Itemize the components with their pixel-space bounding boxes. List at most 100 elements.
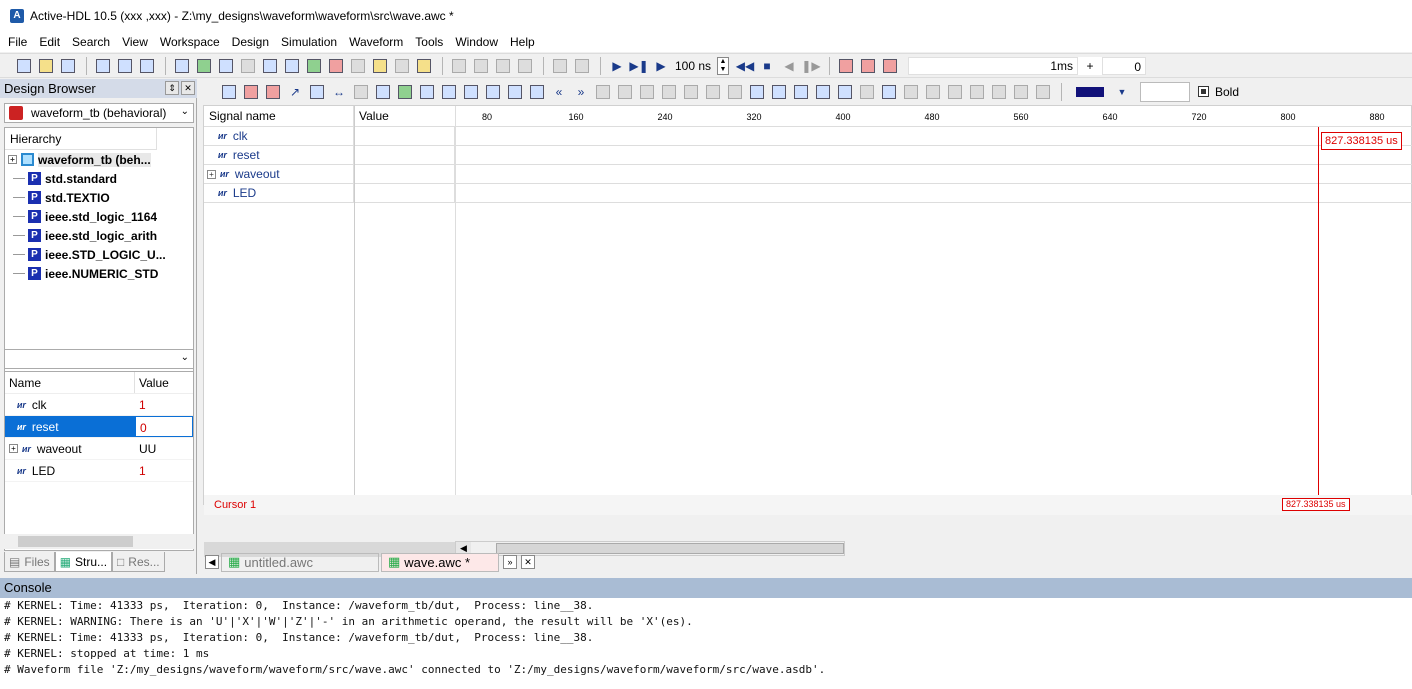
trace-into-icon[interactable] [858, 56, 878, 76]
library-icon[interactable] [172, 56, 192, 76]
hierarchy-item[interactable]: P ieee.STD_LOGIC_U... [5, 245, 193, 264]
chevron-down-icon[interactable]: ⌄ [181, 106, 189, 117]
expand-icon[interactable]: + [9, 444, 18, 453]
zoom-in-icon[interactable] [439, 82, 459, 102]
hierarchy-item[interactable]: P std.TEXTIO [5, 188, 193, 207]
signal-value[interactable]: 0 [135, 416, 193, 437]
formula-icon[interactable] [879, 82, 899, 102]
virtual-bus-icon[interactable] [395, 82, 415, 102]
font-size-field[interactable] [1140, 81, 1190, 102]
hint-bulb-icon[interactable] [370, 56, 390, 76]
horizontal-scrollbar[interactable] [4, 534, 194, 549]
column-divider[interactable] [354, 106, 355, 495]
signal-row[interactable]: ᴎr LED [204, 183, 1412, 203]
code-debug-icon[interactable] [260, 56, 280, 76]
end-time-field[interactable]: 1ms [908, 56, 1078, 75]
stop-icon[interactable]: ■ [757, 56, 777, 76]
zoom-out-icon[interactable] [461, 82, 481, 102]
previous-icon[interactable]: « [549, 82, 569, 102]
expand-icon[interactable]: + [8, 155, 17, 164]
zoom-range-icon[interactable] [505, 82, 525, 102]
run-time-field[interactable]: 100 ns [673, 57, 717, 75]
print-icon[interactable] [1033, 82, 1053, 102]
plus-button[interactable]: + [1078, 56, 1102, 75]
tab-scroll-right-icon[interactable]: » [503, 555, 517, 569]
signal-row[interactable]: ᴎr reset [204, 145, 1412, 165]
library-manager-icon[interactable] [326, 56, 346, 76]
pointer-icon[interactable]: ↗ [285, 82, 305, 102]
document-icon[interactable] [392, 56, 412, 76]
expand-icon[interactable]: + [207, 169, 216, 179]
find-next-icon[interactable] [615, 82, 635, 102]
trace-over-icon[interactable] [836, 56, 856, 76]
chevron-down-icon[interactable]: ⌄ [181, 352, 189, 363]
signal-row[interactable]: + ᴎr waveout [204, 164, 1412, 184]
design-select[interactable]: waveform_tb (behavioral) ⌄ [4, 103, 194, 123]
object-filter-select[interactable]: ⌄ [4, 349, 194, 369]
hierarchy-item[interactable]: + waveform_tb (beh... [5, 150, 193, 169]
table-row[interactable]: ᴎr clk 1 [5, 394, 193, 416]
run-for-icon[interactable]: ▶ [651, 56, 671, 76]
tab-wave-awc[interactable]: ▦ wave.awc * [381, 552, 499, 572]
zoom-icon[interactable] [307, 82, 327, 102]
tab-scroll-left-icon[interactable]: ◀ [205, 555, 219, 569]
bus-icon[interactable] [373, 82, 393, 102]
compare-icon[interactable] [747, 82, 767, 102]
time-ruler[interactable]: 80 160 240 320 400 480 560 640 720 800 8… [455, 106, 1412, 127]
tab-resources[interactable]: □ Res... [112, 552, 165, 572]
zoom-fit-icon[interactable] [483, 82, 503, 102]
hierarchy-item[interactable]: P std.standard [5, 169, 193, 188]
decimal-icon[interactable] [769, 82, 789, 102]
tab-files[interactable]: ▤ Files [4, 552, 55, 572]
menu-search[interactable]: Search [66, 32, 116, 52]
search-objects-icon[interactable] [304, 56, 324, 76]
signal-row[interactable]: ᴎr clk [204, 126, 1412, 146]
counter-field[interactable]: 0 [1102, 56, 1146, 75]
grid-icon[interactable] [137, 56, 157, 76]
color-picker[interactable] [1076, 86, 1104, 97]
column-divider[interactable] [455, 106, 456, 495]
open-folder-icon[interactable] [36, 56, 56, 76]
zoom-cursor-icon[interactable] [527, 82, 547, 102]
bold-checkbox[interactable] [1198, 86, 1209, 97]
hierarchy-item[interactable]: P ieee.NUMERIC_STD [5, 264, 193, 283]
table-row[interactable]: + ᴎr waveout UU [5, 438, 193, 460]
table-row[interactable]: ᴎr LED 1 [5, 460, 193, 482]
close-icon[interactable]: ✕ [181, 81, 195, 95]
options-icon[interactable] [989, 82, 1009, 102]
analog-icon[interactable] [835, 82, 855, 102]
trace-out-icon[interactable] [880, 56, 900, 76]
rename-icon[interactable] [351, 82, 371, 102]
menu-tools[interactable]: Tools [409, 32, 449, 52]
hex-icon[interactable] [813, 82, 833, 102]
scrollbar-thumb[interactable] [18, 536, 133, 547]
measure-icon[interactable]: ↔ [329, 82, 349, 102]
print-preview-icon[interactable] [1011, 82, 1031, 102]
bookmark-icon[interactable] [637, 82, 657, 102]
menu-window[interactable]: Window [449, 32, 504, 52]
chip-icon[interactable] [414, 56, 434, 76]
waveform-icon[interactable] [194, 56, 214, 76]
restart-sim-icon[interactable] [515, 56, 535, 76]
compile-all-icon[interactable] [115, 56, 135, 76]
table-row[interactable]: ᴎr reset 0 [5, 416, 193, 438]
hierarchy-icon[interactable] [282, 56, 302, 76]
restart-icon[interactable] [493, 56, 513, 76]
menu-waveform[interactable]: Waveform [343, 32, 409, 52]
menu-workspace[interactable]: Workspace [154, 32, 226, 52]
run-icon[interactable]: ▶ [607, 56, 627, 76]
block-diagram-icon[interactable] [348, 56, 368, 76]
menu-help[interactable]: Help [504, 32, 541, 52]
chevron-down-icon[interactable]: ▼ [1112, 82, 1132, 102]
new-workspace-icon[interactable] [14, 56, 34, 76]
panel-pin-icon[interactable]: ⇕ [165, 81, 179, 95]
hierarchy-item[interactable]: P ieee.std_logic_1164 [5, 207, 193, 226]
tab-untitled-awc[interactable]: ▦ untitled.awc [221, 552, 379, 572]
hierarchy-item[interactable]: P ieee.std_logic_arith [5, 226, 193, 245]
select-window-icon[interactable] [216, 56, 236, 76]
stopwatch-icon[interactable] [241, 82, 261, 102]
save-icon[interactable] [58, 56, 78, 76]
menu-view[interactable]: View [116, 32, 154, 52]
find-icon[interactable] [238, 56, 258, 76]
menu-simulation[interactable]: Simulation [275, 32, 343, 52]
